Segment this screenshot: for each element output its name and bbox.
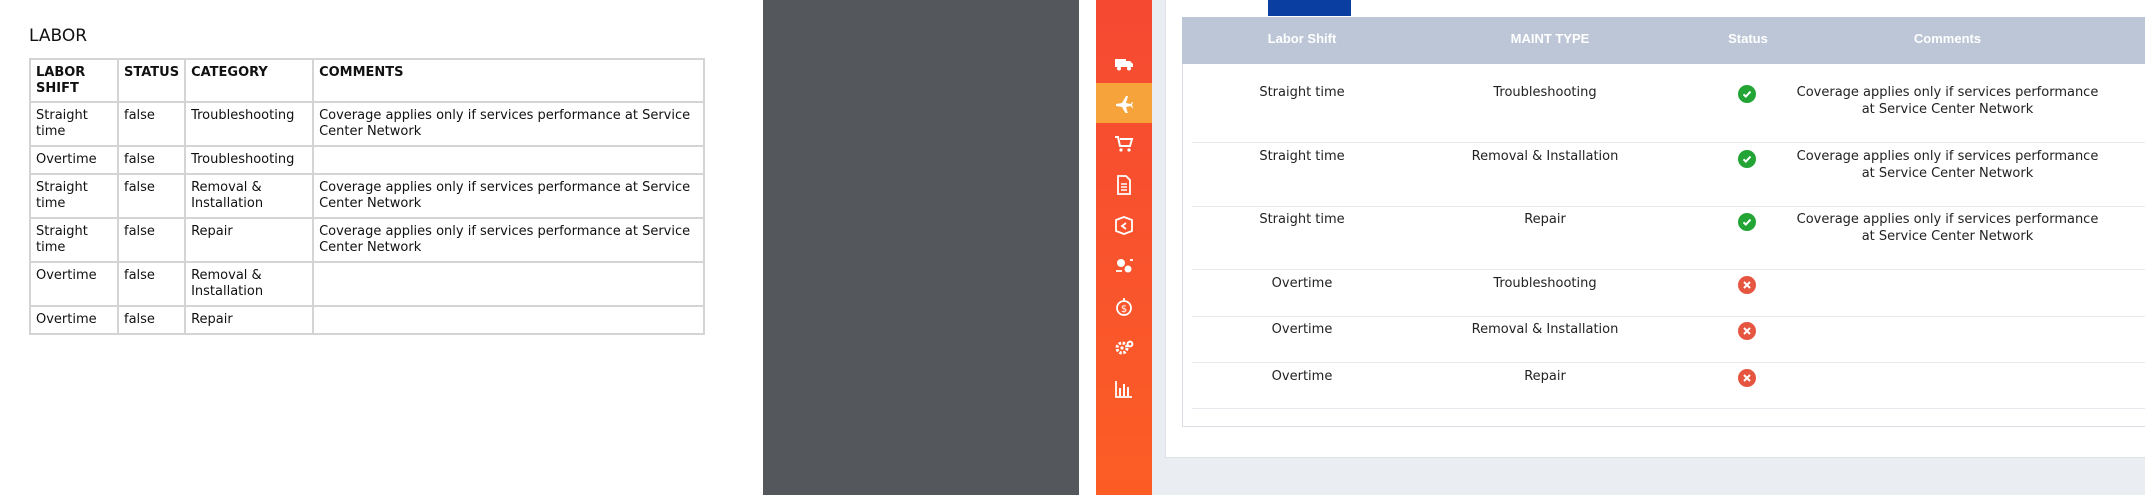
cell-maint-type: Troubleshooting	[1493, 85, 1597, 100]
comment-line: at Service Center Network	[1861, 166, 2034, 181]
table-row: Straight time false Troubleshooting Cove…	[29, 101, 705, 147]
window-edge	[1079, 0, 1096, 495]
grid-header-status[interactable]: Status	[1700, 17, 1796, 64]
cell-labor-shift: Overtime	[29, 305, 119, 335]
grid-header-comments[interactable]: Comments	[1800, 17, 2095, 64]
check-icon	[1738, 150, 1756, 168]
cell-labor-shift: Straight time	[1259, 149, 1345, 164]
cell-labor-shift: Overtime	[29, 261, 119, 307]
grid-header-maint-type[interactable]: MAINT TYPE	[1430, 17, 1670, 64]
cross-icon	[1738, 369, 1756, 387]
cell-labor-shift: Straight time	[1259, 212, 1345, 227]
labor-document-table: LABOR SHIFT STATUS CATEGORY COMMENTS Str…	[29, 58, 705, 335]
cross-icon	[1738, 322, 1756, 340]
cell-labor-shift: Overtime	[29, 145, 119, 175]
cell-category: Repair	[184, 217, 315, 263]
cell-status: false	[116, 101, 187, 147]
cell-labor-shift: Overtime	[1271, 369, 1333, 384]
check-icon	[1738, 85, 1756, 103]
comment-line: at Service Center Network	[1861, 102, 2034, 117]
gears-exchange-icon	[1116, 259, 1133, 273]
cell-labor-shift: Straight time	[29, 217, 119, 263]
cell-status: false	[116, 261, 187, 307]
column-header-category: CATEGORY	[184, 58, 315, 103]
cell-comments: Coverage applies only if services perfor…	[312, 101, 705, 147]
cell-maint-type: Removal & Installation	[1471, 322, 1619, 337]
cross-icon	[1738, 276, 1756, 294]
cell-maint-type: Repair	[1524, 369, 1566, 384]
table-row: Straight time false Repair Coverage appl…	[29, 217, 705, 263]
sidebar-item-dollar-cycle[interactable]: $	[1096, 287, 1152, 327]
dollar-cycle-icon: $	[1116, 298, 1132, 316]
cell-category: Troubleshooting	[184, 145, 315, 175]
check-icon	[1738, 213, 1756, 231]
document-preview: LABOR LABOR SHIFT STATUS CATEGORY COMMEN…	[0, 0, 763, 495]
cell-comments	[312, 145, 705, 175]
cell-status: false	[116, 145, 187, 175]
active-tab-indicator[interactable]	[1268, 0, 1351, 16]
cell-labor-shift: Straight time	[1259, 85, 1345, 100]
sidebar-item-bar-chart[interactable]	[1096, 369, 1152, 409]
grid-header-labor-shift[interactable]: Labor Shift	[1222, 17, 1382, 64]
table-row: Overtime false Troubleshooting	[29, 145, 705, 175]
cell-category: Removal & Installation	[184, 261, 315, 307]
sidebar-item-document[interactable]	[1096, 165, 1152, 205]
table-row: Overtime false Repair	[29, 305, 705, 335]
table-row: Overtime false Removal & Installation	[29, 261, 705, 307]
screen: LABOR LABOR SHIFT STATUS CATEGORY COMMEN…	[0, 0, 2145, 495]
cell-maint-type: Troubleshooting	[1493, 276, 1597, 291]
cell-maint-type: Repair	[1524, 212, 1566, 227]
comment-line: at Service Center Network	[1861, 229, 2034, 244]
cell-comments	[312, 305, 705, 335]
document-icon	[1117, 175, 1131, 195]
cell-labor-shift: Overtime	[1271, 322, 1333, 337]
cell-labor-shift: Straight time	[29, 173, 119, 219]
sidebar-item-truck[interactable]	[1096, 43, 1152, 83]
cell-category: Troubleshooting	[184, 101, 315, 147]
cell-comments: Coverage applies only if services perfor…	[1790, 84, 2105, 118]
column-header-comments: COMMENTS	[312, 58, 705, 103]
bar-chart-icon	[1115, 381, 1132, 398]
sidebar-item-settings[interactable]	[1096, 328, 1152, 368]
comment-line: Coverage applies only if services perfor…	[1796, 212, 2099, 227]
column-header-labor-shift: LABOR SHIFT	[29, 58, 119, 103]
cell-comments: Coverage applies only if services perfor…	[312, 173, 705, 219]
sidebar-item-airplane[interactable]	[1096, 83, 1152, 123]
cell-comments: Coverage applies only if services perfor…	[1790, 211, 2105, 245]
column-header-status: STATUS	[116, 58, 187, 103]
table-header-row: LABOR SHIFT STATUS CATEGORY COMMENTS	[29, 58, 705, 103]
box-return-icon	[1115, 216, 1133, 235]
cell-status: false	[116, 305, 187, 335]
cell-category: Removal & Installation	[184, 173, 315, 219]
truck-icon	[1115, 59, 1133, 71]
window-gap	[763, 0, 1079, 495]
cell-comments: Coverage applies only if services perfor…	[312, 217, 705, 263]
cart-icon	[1115, 136, 1134, 152]
cell-labor-shift: Overtime	[1271, 276, 1333, 291]
cell-comments	[312, 261, 705, 307]
comment-line: Coverage applies only if services perfor…	[1796, 149, 2099, 164]
table-row: Straight time false Removal & Installati…	[29, 173, 705, 219]
sidebar-item-gears-exchange[interactable]	[1096, 246, 1152, 286]
comment-line: Coverage applies only if services perfor…	[1796, 85, 2099, 100]
svg-text:$: $	[1121, 304, 1127, 315]
cell-category: Repair	[184, 305, 315, 335]
cell-comments: Coverage applies only if services perfor…	[1790, 148, 2105, 182]
cell-status: false	[116, 217, 187, 263]
sidebar-item-box-return[interactable]	[1096, 205, 1152, 245]
cell-maint-type: Removal & Installation	[1471, 149, 1619, 164]
settings-icon	[1115, 340, 1134, 355]
cell-labor-shift: Straight time	[29, 101, 119, 147]
airplane-icon	[1116, 96, 1133, 113]
sidebar-nav: $	[1096, 0, 1152, 495]
cell-status: false	[116, 173, 187, 219]
document-title: LABOR	[29, 26, 88, 46]
sidebar-item-cart[interactable]	[1096, 124, 1152, 164]
